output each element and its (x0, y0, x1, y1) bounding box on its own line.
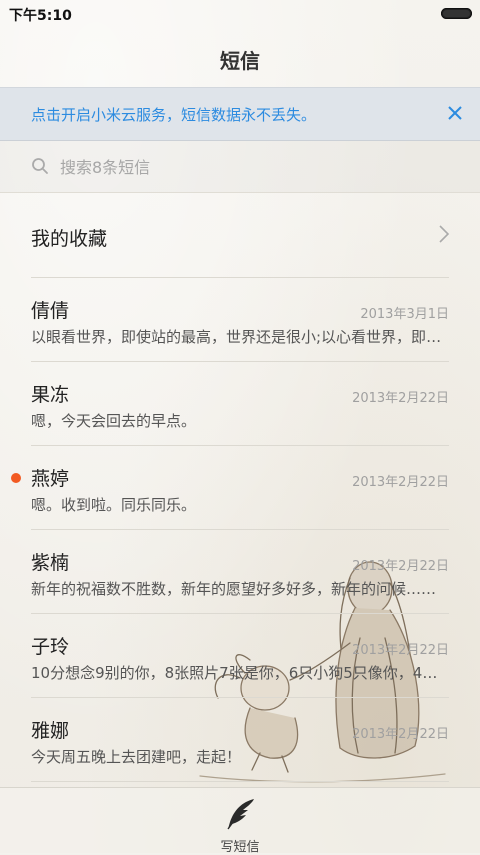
contact-name: 子玲 (31, 636, 70, 658)
message-preview: 10分想念9别的你，8张照片7张是你，6只小狗5只像你，4…… (31, 664, 449, 682)
contact-name: 紫楠 (31, 552, 70, 574)
conversation-row[interactable]: 子玲 2013年2月22日 10分想念9别的你，8张照片7张是你，6只小狗5只像你，… (0, 614, 480, 698)
message-date: 2013年2月22日 (352, 727, 449, 742)
contact-name: 倩倩 (31, 300, 70, 322)
message-date: 2013年2月22日 (352, 643, 449, 658)
message-date: 2013年2月22日 (352, 391, 449, 406)
conversation-row[interactable]: 燕婷 2013年2月22日嗯。收到啦。同乐同乐。 (0, 446, 480, 530)
message-date: 2013年2月22日 (352, 559, 449, 574)
favorites-label: 我的收藏 (31, 228, 108, 250)
unread-dot (11, 473, 21, 483)
favorites-item[interactable]: 我的收藏 (0, 194, 480, 277)
message-preview: 以眼看世界，即使站的最高，世界还是很小;以心看世界，即使站的最低，世界也是无穷大 (31, 328, 449, 346)
close-icon[interactable] (444, 102, 466, 124)
message-preview: 今天周五晚上去团建吧，走起！ (31, 748, 242, 766)
status-time: 下午5:10 (9, 8, 72, 24)
message-preview: 新年的祝福数不胜数，新年的愿望好多好多，新年的问候…… (31, 580, 437, 598)
search-input[interactable] (58, 152, 442, 182)
bottom-bar: 写短信 (0, 787, 480, 855)
conversation-row[interactable]: 雅娜 2013年2月22日今天周五晚上去团建吧，走起！ (0, 698, 480, 782)
status-bar: 下午5:10 (0, 0, 480, 28)
compose-button[interactable]: 写短信 (205, 796, 275, 855)
search-icon (31, 157, 49, 175)
battery-icon (441, 8, 472, 19)
chevron-right-icon (438, 224, 450, 244)
page-title: 短信 (220, 49, 260, 73)
cloud-banner[interactable]: 点击开启小米云服务，短信数据永不丢失。 (0, 87, 480, 141)
banner-text[interactable]: 点击开启小米云服务，短信数据永不丢失。 (31, 104, 316, 125)
conversation-row[interactable]: 倩倩 2013年3月1日以眼看世界，即使站的最高，世界还是很小;以心看世界，即使站… (0, 278, 480, 362)
message-date: 2013年3月1日 (360, 307, 449, 322)
contact-name: 燕婷 (31, 468, 70, 490)
title-bar: 短信 (0, 28, 480, 86)
message-preview: 嗯，今天会回去的早点。 (31, 412, 197, 430)
message-date: 2013年2月22日 (352, 475, 449, 490)
search-bar[interactable] (0, 140, 480, 193)
conversation-row[interactable]: 紫楠 2013年2月22日新年的祝福数不胜数，新年的愿望好多好多，新年的问候…… (0, 530, 480, 614)
compose-label: 写短信 (220, 840, 260, 855)
message-preview: 嗯。收到啦。同乐同乐。 (31, 496, 197, 514)
contact-name: 果冻 (31, 384, 70, 406)
quill-icon (222, 796, 258, 832)
conversation-row[interactable]: 果冻 2013年2月22日嗯，今天会回去的早点。 (0, 362, 480, 446)
divider (31, 781, 449, 782)
contact-name: 雅娜 (31, 720, 70, 742)
